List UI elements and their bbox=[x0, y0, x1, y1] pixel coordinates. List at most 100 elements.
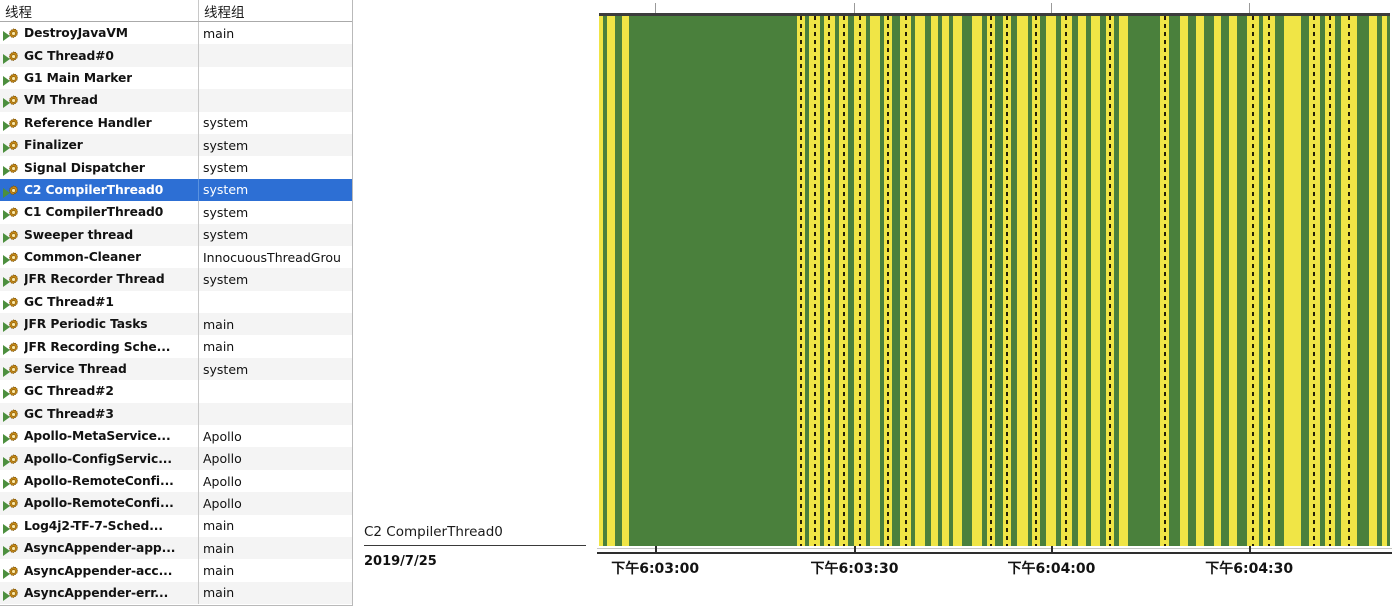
table-row[interactable]: AsyncAppender-err... main bbox=[0, 581, 352, 605]
timeline-band-waiting bbox=[1369, 16, 1377, 546]
table-row[interactable]: JFR Periodic Tasks main bbox=[0, 313, 352, 336]
timeline-band-waiting bbox=[1246, 16, 1259, 546]
cell-thread-name: JFR Recording Sche... bbox=[0, 335, 198, 357]
cell-thread-group: main bbox=[198, 22, 352, 45]
cell-thread-name: Apollo-RemoteConfi... bbox=[0, 492, 198, 514]
table-row[interactable]: GC Thread#1 bbox=[0, 290, 352, 314]
thread-name-label: AsyncAppender-err... bbox=[24, 585, 169, 600]
timeline-band-waiting bbox=[1325, 16, 1336, 546]
table-row[interactable]: Sweeper thread system bbox=[0, 223, 352, 246]
timeline-band-waiting bbox=[796, 16, 805, 546]
cell-thread-group: Apollo bbox=[198, 447, 352, 470]
axis-tick-mark bbox=[1249, 546, 1251, 554]
table-row[interactable]: GC Thread#3 bbox=[0, 402, 352, 426]
cell-thread-group: main bbox=[198, 536, 352, 560]
thread-name-label: DestroyJavaVM bbox=[24, 26, 128, 41]
thread-name-label: JFR Recorder Thread bbox=[24, 272, 165, 287]
thread-state-timeline[interactable]: 下午6:03:00 下午6:03:30 下午6:04:00 下午6:04:30 bbox=[597, 0, 1392, 606]
table-row[interactable]: GC Thread#0 bbox=[0, 44, 352, 67]
timeline-band-waiting bbox=[621, 16, 630, 546]
thread-running-icon bbox=[3, 136, 22, 154]
cell-thread-name: GC Thread#2 bbox=[0, 380, 198, 402]
cell-thread-group: Apollo bbox=[198, 469, 352, 493]
thread-name-label: GC Thread#0 bbox=[24, 48, 114, 63]
thread-table[interactable]: 线程 线程组 DestroyJavaVM main GC Thread#0 G1 Ma… bbox=[0, 0, 353, 606]
timeline-band-waiting bbox=[1016, 16, 1028, 546]
cell-thread-group bbox=[198, 380, 352, 403]
thread-name-label: Common-Cleaner bbox=[24, 250, 142, 265]
thread-running-icon bbox=[3, 315, 22, 333]
cell-thread-group: system bbox=[198, 223, 352, 246]
table-row[interactable]: Apollo-ConfigServic... Apollo bbox=[0, 447, 352, 470]
table-row[interactable]: GC Thread#2 bbox=[0, 380, 352, 403]
thread-running-icon bbox=[3, 427, 22, 445]
timeline-band-waiting bbox=[1060, 16, 1072, 546]
column-header-thread[interactable]: 线程 bbox=[0, 0, 198, 21]
timeline-band-running bbox=[1386, 16, 1390, 546]
cell-thread-name: Common-Cleaner bbox=[0, 246, 198, 268]
cell-thread-name: C2 CompilerThread0 bbox=[0, 179, 198, 201]
table-row[interactable]: VM Thread bbox=[0, 89, 352, 112]
table-row[interactable]: Common-Cleaner InnocuousThreadGrou bbox=[0, 245, 352, 269]
timeline-band-running bbox=[1275, 16, 1284, 546]
table-body: DestroyJavaVM main GC Thread#0 G1 Main Mark… bbox=[0, 22, 352, 605]
cell-thread-name: Log4j2-TF-7-Sched... bbox=[0, 515, 198, 537]
cell-thread-group: system bbox=[198, 111, 352, 134]
cell-thread-name: Apollo-MetaService... bbox=[0, 425, 198, 447]
cell-thread-group: system bbox=[198, 156, 352, 179]
timeline-band-waiting bbox=[870, 16, 880, 546]
table-row[interactable]: DestroyJavaVM main bbox=[0, 22, 352, 45]
cell-thread-name: Apollo-RemoteConfi... bbox=[0, 470, 198, 492]
cell-thread-group: main bbox=[198, 581, 352, 605]
timeline-plot-area[interactable] bbox=[599, 13, 1390, 546]
cell-thread-group: system bbox=[198, 268, 352, 291]
axis-tick-label: 下午6:03:00 bbox=[611, 561, 700, 577]
table-row[interactable]: Apollo-RemoteConfi... Apollo bbox=[0, 492, 352, 515]
cell-thread-name: Signal Dispatcher bbox=[0, 156, 198, 178]
table-row[interactable]: Apollo-RemoteConfi... Apollo bbox=[0, 469, 352, 493]
timeline-band-running bbox=[1220, 16, 1230, 546]
table-row[interactable]: Reference Handler system bbox=[0, 111, 352, 134]
table-row[interactable]: G1 Main Marker bbox=[0, 66, 352, 90]
thread-name-label: Log4j2-TF-7-Sched... bbox=[24, 518, 163, 533]
timeline-band-waiting bbox=[1045, 16, 1057, 546]
thread-running-icon bbox=[3, 293, 22, 311]
table-row[interactable]: Signal Dispatcher system bbox=[0, 156, 352, 179]
table-row[interactable]: Finalizer system bbox=[0, 133, 352, 157]
timeline-band-waiting bbox=[941, 16, 949, 546]
thread-name-label: AsyncAppender-acc... bbox=[24, 563, 173, 578]
cell-thread-name: VM Thread bbox=[0, 89, 198, 111]
thread-running-icon bbox=[3, 114, 22, 132]
timeline-band-waiting bbox=[1091, 16, 1101, 546]
table-row[interactable]: AsyncAppender-acc... main bbox=[0, 559, 352, 582]
table-row[interactable]: AsyncAppender-app... main bbox=[0, 536, 352, 560]
timeline-band-running bbox=[1187, 16, 1197, 546]
thread-name-label: GC Thread#2 bbox=[24, 384, 114, 399]
cell-thread-group: system bbox=[198, 357, 352, 381]
table-row[interactable]: C2 CompilerThread0 system bbox=[0, 178, 352, 202]
cell-thread-name: AsyncAppender-err... bbox=[0, 582, 198, 604]
table-row[interactable]: Log4j2-TF-7-Sched... main bbox=[0, 514, 352, 537]
thread-running-icon bbox=[3, 181, 22, 199]
table-row[interactable]: Apollo-MetaService... Apollo bbox=[0, 425, 352, 448]
table-row[interactable]: JFR Recording Sche... main bbox=[0, 335, 352, 358]
timeline-band-waiting bbox=[1003, 16, 1012, 546]
thread-running-icon bbox=[3, 91, 22, 109]
column-header-thread-group[interactable]: 线程组 bbox=[198, 0, 352, 21]
timeline-band-waiting bbox=[823, 16, 835, 546]
table-row[interactable]: C1 CompilerThread0 system bbox=[0, 201, 352, 224]
table-row[interactable]: Service Thread system bbox=[0, 357, 352, 381]
caption-thread-name: C2 CompilerThread0 bbox=[364, 524, 586, 546]
thread-running-icon bbox=[3, 203, 22, 221]
axis-tick-label: 下午6:04:30 bbox=[1205, 561, 1294, 577]
thread-name-label: G1 Main Marker bbox=[24, 70, 133, 85]
thread-name-label: Sweeper thread bbox=[24, 227, 134, 242]
table-row[interactable]: JFR Recorder Thread system bbox=[0, 268, 352, 291]
timeline-band-waiting bbox=[1229, 16, 1238, 546]
timeline-band-waiting bbox=[900, 16, 912, 546]
timeline-band-running bbox=[962, 16, 972, 546]
cell-thread-group: main bbox=[198, 335, 352, 358]
cell-thread-name: Finalizer bbox=[0, 134, 198, 156]
cell-thread-group: Apollo bbox=[198, 492, 352, 515]
timeline-band-waiting bbox=[1284, 16, 1302, 546]
